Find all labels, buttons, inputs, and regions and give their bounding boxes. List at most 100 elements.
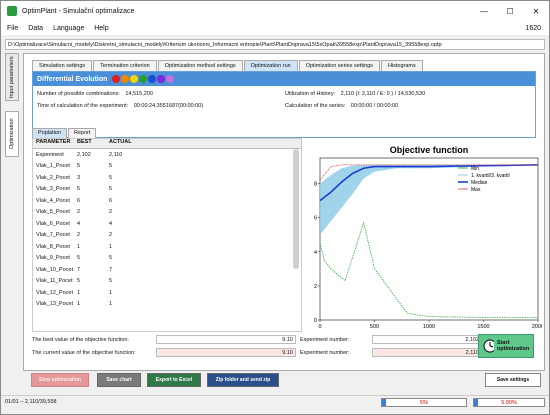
progress-bar-1: 5%	[381, 398, 467, 407]
cell-best: 3	[77, 174, 81, 181]
table-row[interactable]: Vlak_10_Pocet 7 7	[33, 264, 301, 276]
table-row[interactable]: Vlak_13_Pocet 1 1	[33, 299, 301, 311]
legend-label: Min	[471, 166, 479, 172]
menu-help[interactable]: Help	[94, 25, 108, 32]
tab-report[interactable]: Report	[67, 128, 97, 138]
best-exp-field: 2,102	[372, 335, 482, 344]
tab-optimization-series-settings[interactable]: Optimization series settings	[298, 60, 380, 71]
y-tick-label: 8	[314, 182, 317, 188]
cell-parameter: Vlak_2_Pocet	[36, 174, 70, 181]
cell-best: 4	[77, 220, 81, 227]
title-bar: OptimPlant - Simulační optimalizace — ☐ …	[1, 1, 549, 21]
progress-bar-2-fill	[474, 399, 478, 406]
cell-best: 2,102	[77, 151, 91, 158]
tab-optimization[interactable]: Optimization	[5, 111, 19, 157]
table-row[interactable]: Vlak_3_Pocet 5 5	[33, 184, 301, 196]
best-value-row: The best value of the objective function…	[32, 335, 482, 344]
zip-send-button[interactable]: Zip folder and send zip	[207, 373, 279, 387]
tab-histograms[interactable]: Histograms	[380, 60, 423, 71]
table-row[interactable]: Vlak_1_Pocet 5 5	[33, 161, 301, 173]
cell-parameter: Vlak_3_Pocet	[36, 186, 70, 193]
menu-data[interactable]: Data	[28, 25, 43, 32]
table-row[interactable]: Vlak_4_Pocet 6 6	[33, 195, 301, 207]
menu-language[interactable]: Language	[53, 25, 84, 32]
cell-parameter: Experiment	[36, 151, 64, 158]
method-color-dots	[111, 75, 175, 83]
table-row[interactable]: Vlak_7_Pocet 2 2	[33, 230, 301, 242]
table-row[interactable]: Vlak_6_Pocet 4 4	[33, 218, 301, 230]
table-row[interactable]: Experiment 2,102 2,110	[33, 149, 301, 161]
table-row[interactable]: Vlak_5_Pocet 2 2	[33, 207, 301, 219]
export-excel-button[interactable]: Export to Excel	[147, 373, 201, 387]
cell-best: 1	[77, 289, 81, 296]
cell-parameter: Vlak_7_Pocet	[36, 232, 70, 239]
series-value: 00:00:00 / 00:00:00	[350, 103, 399, 109]
table-row[interactable]: Vlak_8_Pocet 1 1	[33, 241, 301, 253]
stop-optimization-button[interactable]: Stop optimization	[31, 373, 89, 387]
save-chart-button[interactable]: Save chart	[97, 373, 141, 387]
main-panel: Simulation settings Termination criterion…	[23, 53, 545, 371]
color-dot	[130, 75, 139, 83]
cell-actual: 2,110	[109, 151, 123, 158]
table-row[interactable]: Vlak_2_Pocet 3 5	[33, 172, 301, 184]
table-scrollbar[interactable]	[293, 149, 299, 269]
cell-actual: 5	[109, 186, 113, 193]
cell-actual: 5	[109, 255, 113, 262]
clock-icon	[483, 339, 494, 353]
maximize-button[interactable]: ☐	[497, 1, 523, 21]
tab-simulation-settings[interactable]: Simulation settings	[32, 60, 93, 71]
tab-optimization-run[interactable]: Optimization run	[243, 60, 298, 71]
table-row[interactable]: Vlak_12_Pocet 1 1	[33, 287, 301, 299]
save-settings-button[interactable]: Save settings	[485, 373, 541, 387]
tab-optimization-method-settings[interactable]: Optimization method settings	[157, 60, 243, 71]
x-tick-label: 500	[370, 324, 379, 330]
cell-actual: 2	[109, 209, 113, 216]
cell-parameter: Vlak_8_Pocet	[36, 243, 70, 250]
legend-label: 1. kvartil/3. kvartil	[471, 173, 510, 179]
menu-file[interactable]: File	[7, 25, 18, 32]
table-row[interactable]: Vlak_9_Pocet 5 5	[33, 253, 301, 265]
cell-parameter: Vlak_10_Pocet	[36, 266, 73, 273]
current-exp-label: Experiment number:	[300, 349, 350, 356]
cell-actual: 1	[109, 289, 113, 296]
table-row[interactable]: Vlak_11_Pocet 5 5	[33, 276, 301, 288]
best-exp-label: Experiment number:	[300, 336, 350, 343]
progress-bar-2-text: 5.00%	[501, 400, 517, 406]
table-header: PARAMETER BEST ACTUAL	[33, 139, 301, 149]
tab-poplation[interactable]: Poplation	[32, 128, 67, 138]
color-dot	[121, 75, 130, 83]
current-value-label: The current value of the objective funct…	[32, 349, 136, 356]
best-value-label: The best value of the objective function…	[32, 336, 129, 343]
cell-actual: 2	[109, 232, 113, 239]
history-label: Utilization of History:	[285, 91, 336, 97]
x-tick-label: 0	[318, 324, 321, 330]
tab-input-parameters[interactable]: Input parameters	[5, 53, 19, 101]
cell-parameter: Vlak_4_Pocet	[36, 197, 70, 204]
legend-label: Median	[471, 180, 488, 186]
cell-best: 2	[77, 209, 81, 216]
cell-best: 7	[77, 266, 81, 273]
combinations-row: Number of possible combinations: 14,515,…	[37, 91, 153, 97]
y-tick-label: 6	[314, 216, 317, 222]
time-label: Time of calculation of the experiment:	[37, 103, 129, 109]
series-label: Calculation of the series:	[285, 103, 346, 109]
minimize-button[interactable]: —	[471, 1, 497, 21]
cell-best: 5	[77, 278, 81, 285]
combinations-label: Number of possible combinations:	[37, 91, 120, 97]
history-row: Utilization of History: 2,110 (I: 2,110 …	[285, 91, 425, 97]
start-optimization-button[interactable]: Start optimization	[478, 334, 534, 358]
color-dot	[112, 75, 121, 83]
top-tabs: Simulation settings Termination criterion…	[32, 60, 424, 71]
best-value-field: 9.10	[156, 335, 296, 344]
cell-best: 6	[77, 197, 81, 204]
cell-actual: 5	[109, 278, 113, 285]
chart-svg: Objective function 0 500 1000 1500 2000 0 2 4 6 8 M…	[314, 145, 544, 330]
table-body: Experiment 2,102 2,110 Vlak_1_Pocet 5 5 Vlak_2…	[33, 149, 301, 310]
close-button[interactable]: ✕	[523, 1, 549, 21]
cell-actual: 5	[109, 163, 113, 170]
method-title: Differential Evolution	[37, 75, 108, 83]
file-path-field[interactable]: D:\Optimalizace\Simulacni_modely\Diskret…	[5, 39, 545, 50]
series-row: Calculation of the series: 00:00:00 / 00…	[285, 103, 398, 109]
tab-termination-criterion[interactable]: Termination criterion	[93, 60, 157, 71]
cell-parameter: Vlak_13_Pocet	[36, 301, 73, 308]
